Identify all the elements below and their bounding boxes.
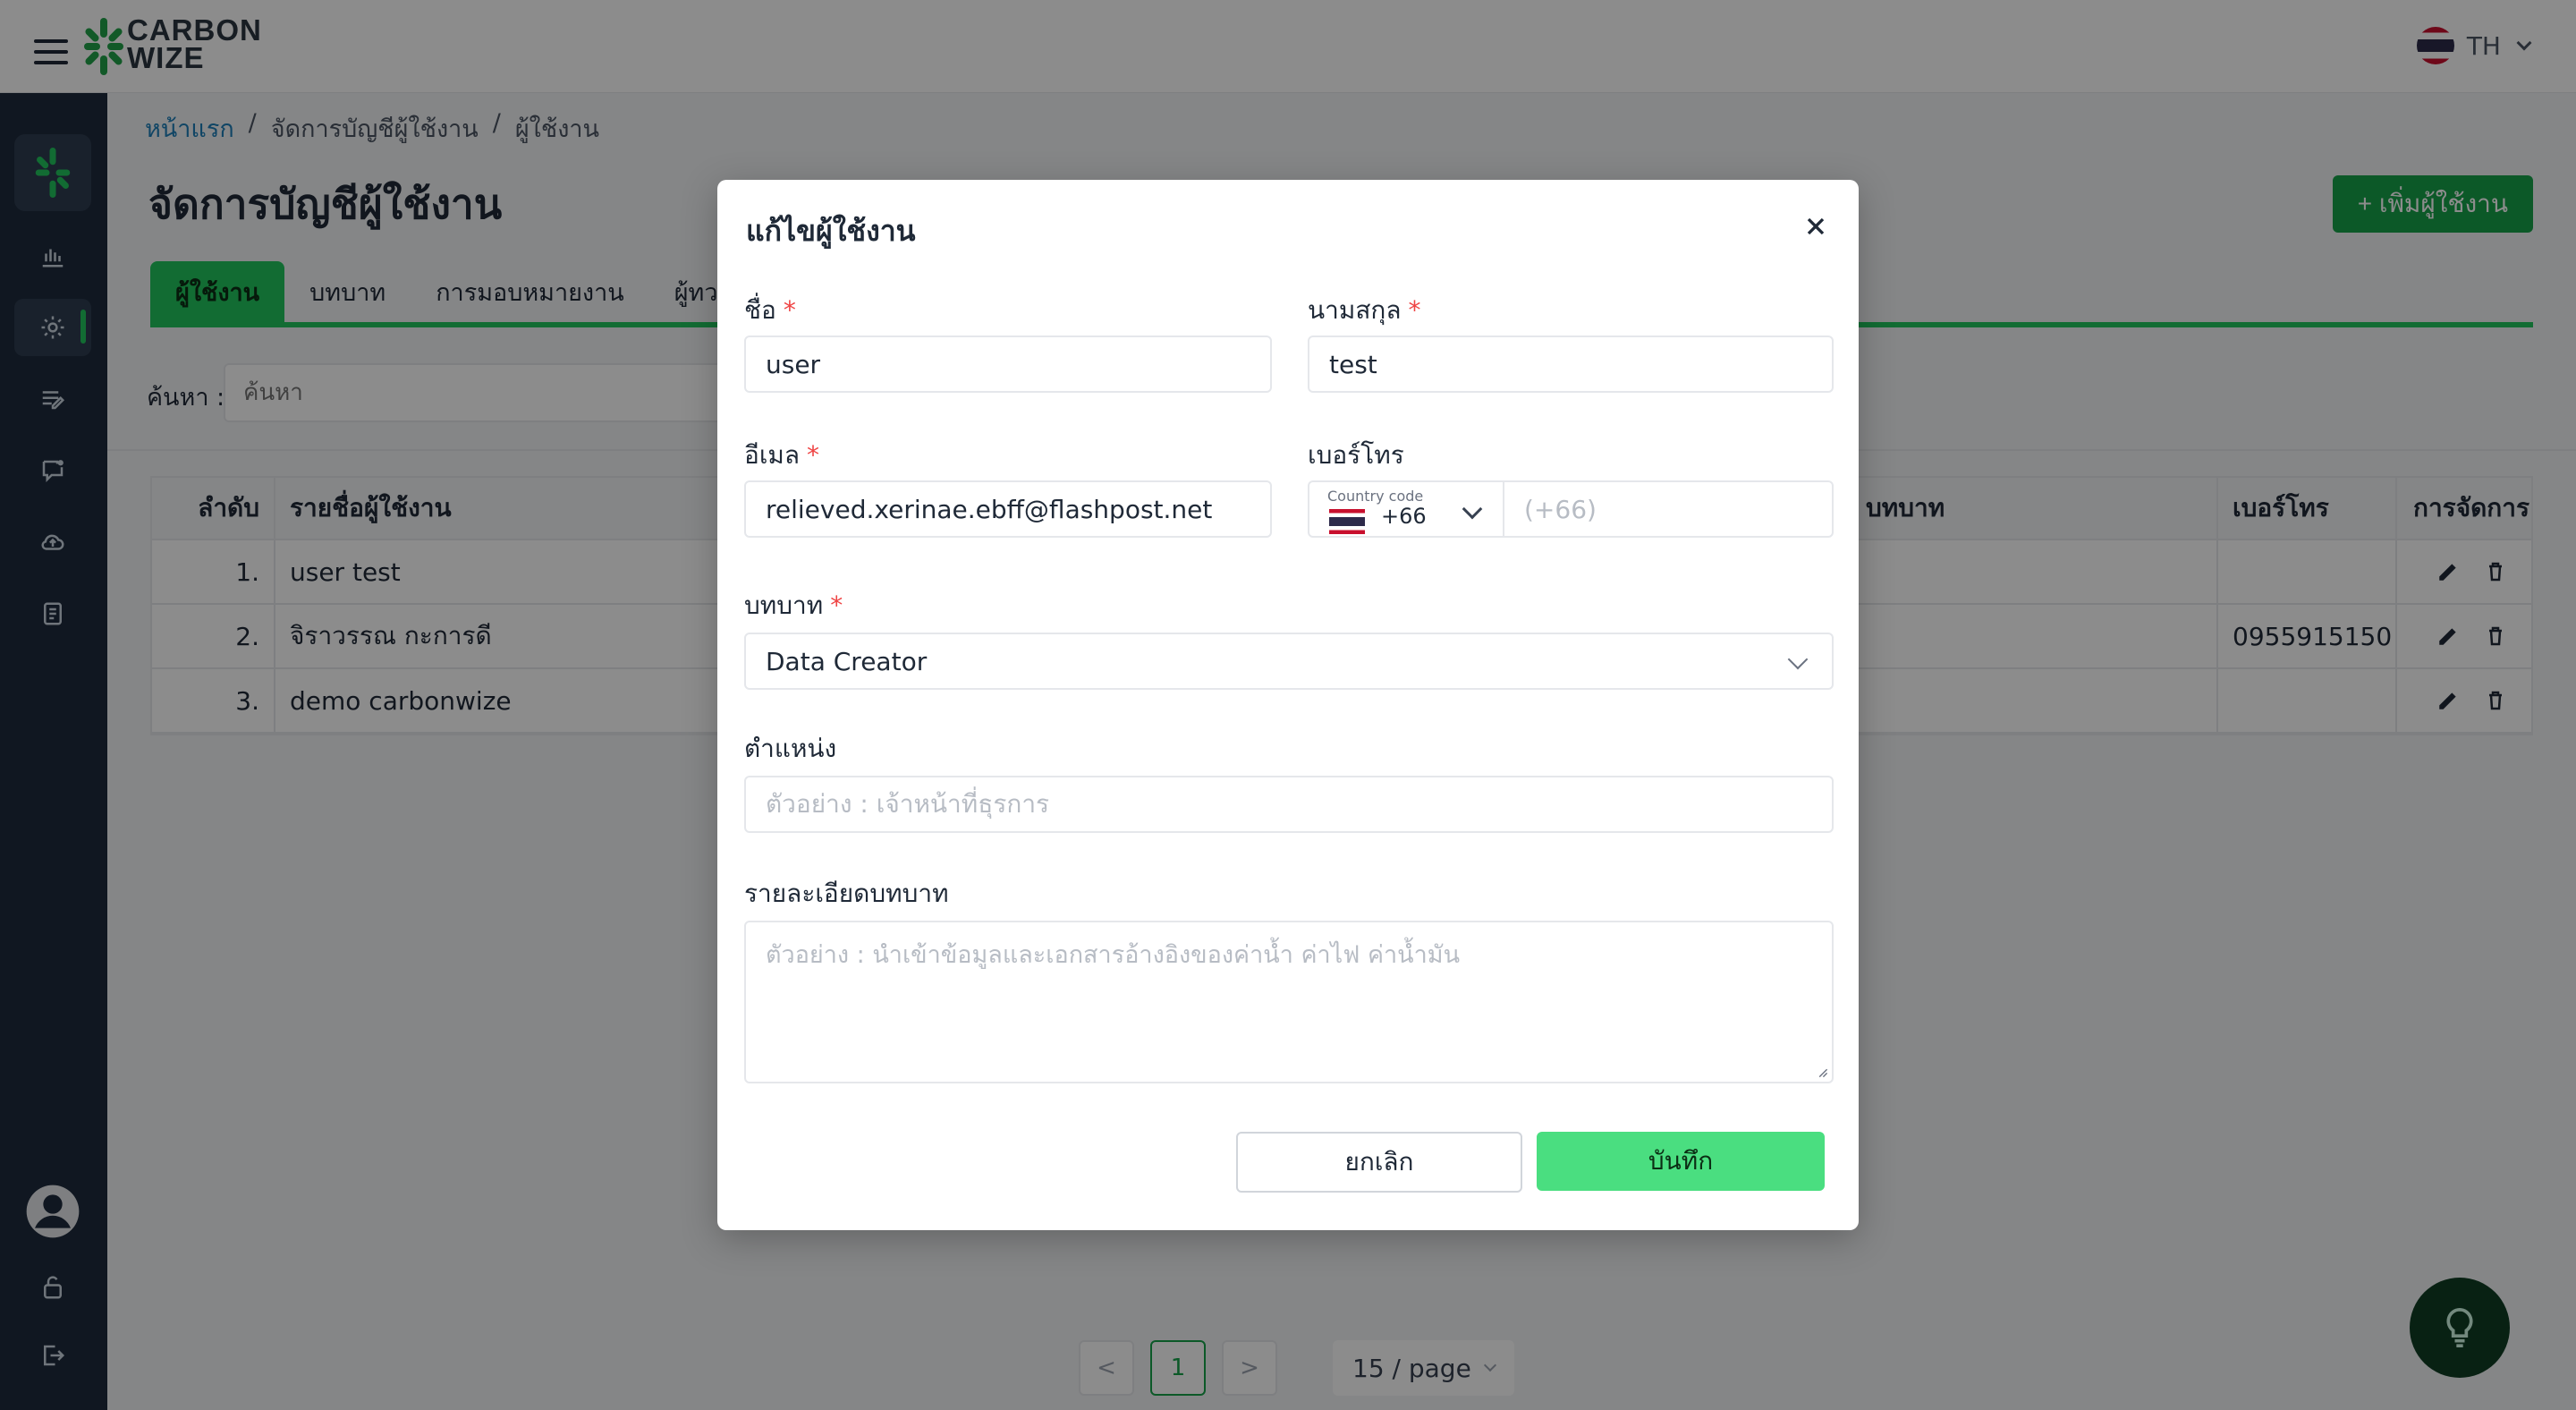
last-name-field[interactable]: test [1308, 336, 1834, 393]
country-code-select[interactable]: Country code +66 [1309, 482, 1504, 536]
phone-field-group: Country code +66 (+66) [1308, 480, 1834, 538]
country-code-value: +66 [1381, 504, 1427, 529]
role-select[interactable]: Data Creator [744, 633, 1834, 690]
chevron-down-icon [1462, 498, 1483, 520]
chevron-down-icon [1787, 649, 1809, 670]
role-detail-label: รายละเอียดบทบาท [744, 879, 949, 908]
edit-user-modal: แก้ไขผู้ใช้งาน ชื่อ * user นามสกุล * test … [717, 180, 1859, 1230]
role-select-value: Data Creator [766, 646, 928, 676]
first-name-label: ชื่อ * [744, 295, 796, 325]
position-field[interactable]: ตัวอย่าง : เจ้าหน้าที่ธุรการ [744, 776, 1834, 833]
thai-flag-icon [1329, 509, 1365, 534]
modal-title: แก้ไขผู้ใช้งาน [746, 214, 916, 248]
phone-label: เบอร์โทร [1308, 440, 1404, 470]
cancel-button[interactable]: ยกเลิก [1236, 1132, 1522, 1193]
position-label: ตำแหน่ง [744, 734, 837, 763]
role-label: บทบาท * [744, 590, 843, 620]
phone-number-input[interactable]: (+66) [1504, 482, 1832, 536]
resize-handle-icon[interactable] [1816, 1066, 1828, 1078]
first-name-field[interactable]: user [744, 336, 1272, 393]
country-code-label: Country code [1327, 488, 1424, 505]
save-button[interactable]: บันทึก [1537, 1132, 1825, 1191]
role-detail-textarea[interactable]: ตัวอย่าง : นำเข้าข้อมูลและเอกสารอ้างอิงข… [744, 921, 1834, 1083]
last-name-label: นามสกุล * [1308, 295, 1421, 325]
role-detail-placeholder: ตัวอย่าง : นำเข้าข้อมูลและเอกสารอ้างอิงข… [766, 941, 1461, 969]
email-field[interactable]: relieved.xerinae.ebff@flashpost.net [744, 480, 1272, 538]
close-icon[interactable] [1801, 212, 1830, 241]
email-label: อีเมล * [744, 440, 820, 470]
